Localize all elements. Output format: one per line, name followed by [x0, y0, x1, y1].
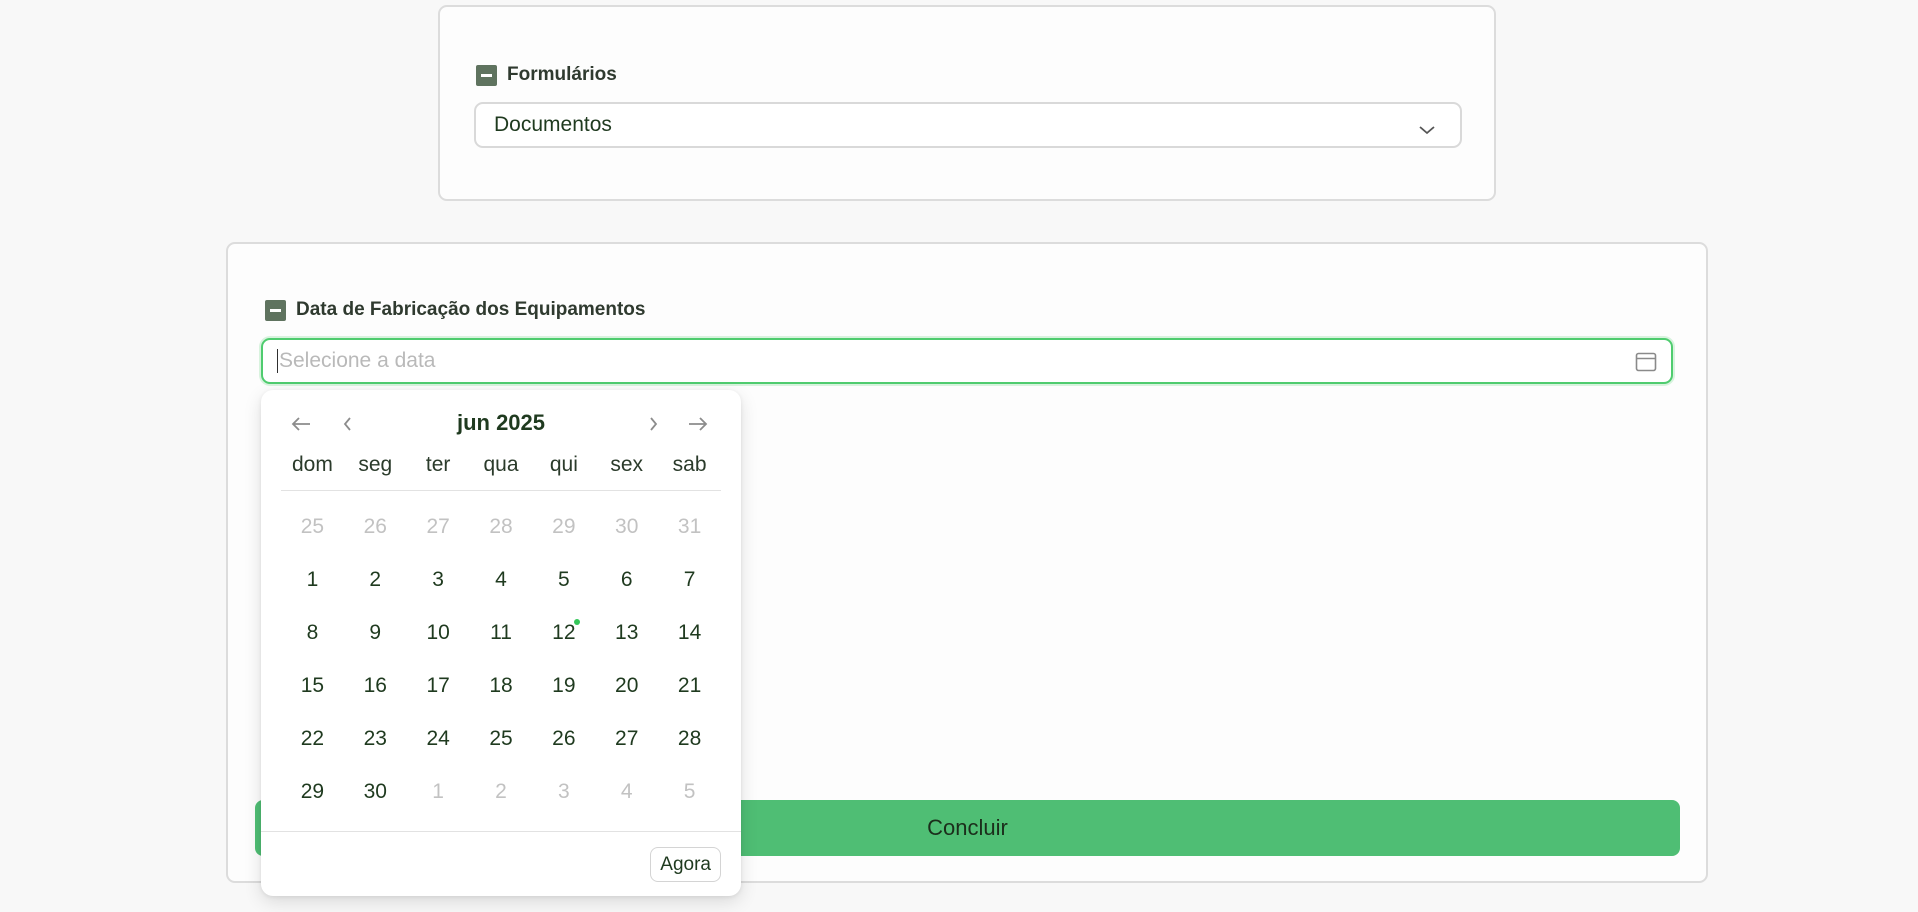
calendar-icon[interactable]: [1635, 351, 1657, 379]
calendar-day-prev-month[interactable]: 29: [532, 500, 595, 553]
weekday-label: seg: [358, 453, 393, 476]
now-button[interactable]: Agora: [650, 847, 721, 882]
date-input[interactable]: Selecione a data: [261, 338, 1673, 384]
calendar-day[interactable]: 25: [470, 712, 533, 765]
calendar-day-next-month[interactable]: 5: [658, 765, 721, 818]
calendar-day[interactable]: 18: [470, 659, 533, 712]
forms-field-label[interactable]: Formulários: [476, 64, 617, 86]
date-field-label[interactable]: Data de Fabricação dos Equipamentos: [265, 299, 645, 321]
picker-footer-divider: [261, 831, 741, 832]
calendar-day[interactable]: 24: [407, 712, 470, 765]
calendar-day[interactable]: 6: [595, 553, 658, 606]
weekday-label: sab: [672, 453, 707, 476]
calendar-day[interactable]: 16: [344, 659, 407, 712]
calendar-day-next-month[interactable]: 1: [407, 765, 470, 818]
calendar-day[interactable]: 9: [344, 606, 407, 659]
date-input-placeholder: Selecione a data: [279, 349, 436, 372]
weekday-label: qui: [549, 453, 578, 476]
today-indicator-dot: [573, 619, 580, 625]
weekday-header: dom seg ter qua qui sex sab: [281, 452, 721, 491]
calendar-day[interactable]: 5: [532, 553, 595, 606]
calendar-day[interactable]: 26: [532, 712, 595, 765]
forms-label-text: Formulários: [507, 64, 617, 85]
calendar-day[interactable]: 15: [281, 659, 344, 712]
date-label-text: Data de Fabricação dos Equipamentos: [296, 299, 646, 320]
calendar-day-next-month[interactable]: 2: [470, 765, 533, 818]
calendar-day-prev-month[interactable]: 26: [344, 500, 407, 553]
calendar-day-today-label: 12: [552, 621, 576, 644]
calendar-day[interactable]: 28: [658, 712, 721, 765]
month-year-title[interactable]: jun 2025: [261, 410, 741, 436]
calendar-day[interactable]: 11: [470, 606, 533, 659]
text-caret: [277, 349, 278, 373]
arrow-right-icon[interactable]: [684, 410, 712, 438]
calendar-day[interactable]: 2: [344, 553, 407, 606]
weekday-label: qua: [483, 453, 519, 476]
chevron-right-icon[interactable]: [639, 410, 667, 438]
calendar-day[interactable]: 17: [407, 659, 470, 712]
day-grid: 25 26 27 28 29 30 31 1 2 3 4 5 6 7 8 9 1…: [281, 500, 721, 818]
calendar-day[interactable]: 30: [344, 765, 407, 818]
calendar-day-prev-month[interactable]: 31: [658, 500, 721, 553]
chevron-down-icon: [1418, 118, 1436, 142]
calendar-day[interactable]: 27: [595, 712, 658, 765]
calendar-day[interactable]: 21: [658, 659, 721, 712]
calendar-day[interactable]: 20: [595, 659, 658, 712]
calendar-day[interactable]: 3: [407, 553, 470, 606]
weekday-label: dom: [292, 453, 333, 476]
forms-card: Formulários Documentos: [438, 5, 1496, 201]
calendar-day[interactable]: 10: [407, 606, 470, 659]
calendar-day[interactable]: 19: [532, 659, 595, 712]
calendar-day[interactable]: 22: [281, 712, 344, 765]
calendar-day-prev-month[interactable]: 27: [407, 500, 470, 553]
forms-select-value: Documentos: [494, 113, 612, 136]
calendar-day[interactable]: 29: [281, 765, 344, 818]
calendar-day-today[interactable]: 12: [532, 606, 595, 659]
calendar-day[interactable]: 14: [658, 606, 721, 659]
weekday-label: ter: [425, 453, 451, 476]
calendar-day[interactable]: 1: [281, 553, 344, 606]
forms-select[interactable]: Documentos: [474, 102, 1462, 148]
calendar-day[interactable]: 13: [595, 606, 658, 659]
weekday-label: sex: [610, 453, 644, 476]
calendar-day-prev-month[interactable]: 30: [595, 500, 658, 553]
calendar-day[interactable]: 4: [470, 553, 533, 606]
calendar-day-prev-month[interactable]: 25: [281, 500, 344, 553]
collapse-icon[interactable]: [265, 299, 286, 321]
calendar-day[interactable]: 23: [344, 712, 407, 765]
calendar-day[interactable]: 7: [658, 553, 721, 606]
date-picker-popup: jun 2025 dom seg ter qua qui sex sab 25 …: [261, 390, 741, 896]
calendar-day-next-month[interactable]: 3: [532, 765, 595, 818]
calendar-day[interactable]: 8: [281, 606, 344, 659]
calendar-day-next-month[interactable]: 4: [595, 765, 658, 818]
calendar-day-prev-month[interactable]: 28: [470, 500, 533, 553]
collapse-icon[interactable]: [476, 64, 497, 86]
